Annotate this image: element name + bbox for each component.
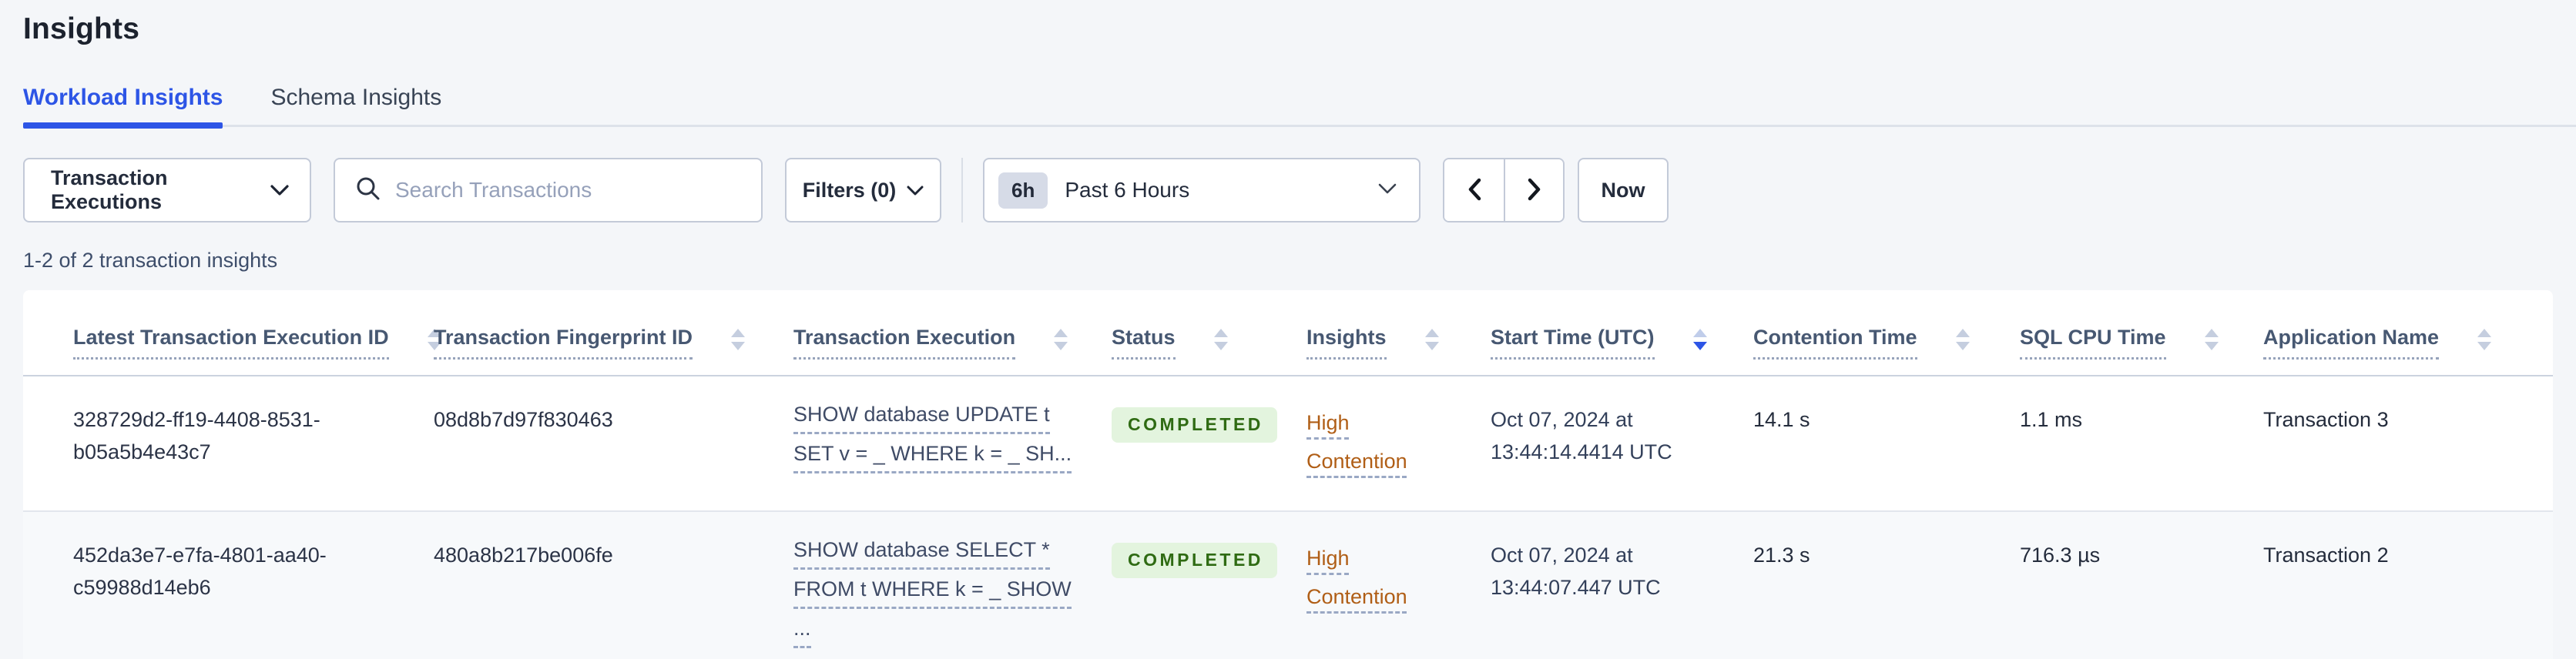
insight-type-select-label: Transaction Executions [51, 166, 168, 213]
application-name-cell: Transaction 3 [2263, 376, 2553, 512]
sort-icon-active-desc[interactable] [1692, 327, 1709, 352]
status-badge: COMPLETED [1112, 407, 1277, 443]
transaction-execution-link[interactable]: SHOW database UPDATE t [793, 404, 1050, 434]
sql-cpu-time-cell: 1.1 ms [2020, 376, 2263, 512]
latest-execution-id-cell: 328729d2-ff19-4408-8531-b05a5b4e43c7 [23, 376, 434, 512]
time-range-prev-button[interactable] [1444, 159, 1504, 221]
transaction-execution-link[interactable]: SET v = _ WHERE k = _ SH... [793, 443, 1072, 473]
insights-page: Insights Workload Insights Schema Insigh… [0, 0, 2576, 659]
column-header-application-name[interactable]: Application Name [2263, 290, 2553, 376]
insights-cell: High Contention [1306, 511, 1491, 659]
sort-icon[interactable] [1213, 327, 1229, 352]
sql-cpu-time-cell: 716.3 µs [2020, 511, 2263, 659]
column-header-contention-time[interactable]: Contention Time [1753, 290, 2020, 376]
application-name-cell: Transaction 2 [2263, 511, 2553, 659]
toolbar: Transaction Executions Filters (0) 6h Pa… [23, 158, 2553, 222]
page-title: Insights [23, 12, 140, 45]
insights-table-card: Latest Transaction Execution ID Transact… [23, 290, 2553, 659]
table-row: 452da3e7-e7fa-4801-aa40-c59988d14eb6 480… [23, 511, 2553, 659]
status-cell: COMPLETED [1112, 511, 1306, 659]
start-time-cell: Oct 07, 2024 at 13:44:07.447 UTC [1491, 511, 1753, 659]
start-time-cell: Oct 07, 2024 at 13:44:14.4414 UTC [1491, 376, 1753, 512]
search-box [334, 158, 763, 222]
time-range-arrows [1443, 158, 1565, 222]
chevron-down-icon [1377, 182, 1397, 199]
sort-icon[interactable] [730, 327, 746, 352]
time-range-next-button[interactable] [1504, 159, 1563, 221]
column-header-sql-cpu-time[interactable]: SQL CPU Time [2020, 290, 2263, 376]
time-range-label: Past 6 Hours [1065, 178, 1190, 202]
column-header-transaction-fingerprint-id[interactable]: Transaction Fingerprint ID [434, 290, 793, 376]
tab-workload-insights[interactable]: Workload Insights [23, 85, 223, 129]
time-range-picker[interactable]: 6h Past 6 Hours [983, 158, 1420, 222]
chevron-down-icon [270, 179, 290, 202]
insight-high-contention-link[interactable]: High Contention [1306, 540, 1424, 617]
transaction-execution-cell: SHOW database SELECT * FROM t WHERE k = … [793, 511, 1112, 659]
tab-bar: Workload Insights Schema Insights [23, 85, 2553, 129]
fingerprint-id-cell: 480a8b217be006fe [434, 511, 793, 659]
time-range-badge: 6h [998, 172, 1048, 209]
transaction-execution-link[interactable]: SHOW database SELECT * [793, 540, 1050, 570]
table-header-row: Latest Transaction Execution ID Transact… [23, 290, 2553, 376]
contention-time-cell: 21.3 s [1753, 511, 2020, 659]
now-button[interactable]: Now [1578, 158, 1669, 222]
fingerprint-id-cell: 08d8b7d97f830463 [434, 376, 793, 512]
tab-bar-divider [23, 125, 2576, 127]
insights-cell: High Contention [1306, 376, 1491, 512]
table-row: 328729d2-ff19-4408-8531-b05a5b4e43c7 08d… [23, 376, 2553, 512]
column-header-start-time[interactable]: Start Time (UTC) [1491, 290, 1753, 376]
results-count: 1-2 of 2 transaction insights [23, 249, 278, 272]
chevron-down-icon [907, 179, 924, 202]
chevron-left-icon [1464, 176, 1484, 205]
insight-type-select[interactable]: Transaction Executions [23, 158, 311, 222]
sort-icon[interactable] [2203, 327, 2220, 352]
filters-button-label: Filters (0) [802, 178, 897, 202]
search-input[interactable] [395, 178, 734, 202]
column-header-latest-transaction-execution-id[interactable]: Latest Transaction Execution ID [23, 290, 441, 376]
sort-icon[interactable] [1954, 327, 1971, 352]
sort-icon[interactable] [1052, 327, 1069, 352]
column-header-status[interactable]: Status [1112, 290, 1306, 376]
toolbar-divider [961, 158, 963, 222]
transaction-execution-link[interactable]: ... [793, 618, 811, 648]
sort-icon[interactable] [1424, 327, 1441, 352]
search-icon [355, 176, 381, 206]
tab-schema-insights[interactable]: Schema Insights [270, 85, 441, 125]
transaction-execution-cell: SHOW database UPDATE t SET v = _ WHERE k… [793, 376, 1112, 512]
filters-button[interactable]: Filters (0) [785, 158, 941, 222]
transaction-execution-link[interactable]: FROM t WHERE k = _ SHOW [793, 579, 1072, 609]
column-header-insights[interactable]: Insights [1306, 290, 1491, 376]
insight-high-contention-link[interactable]: High Contention [1306, 404, 1424, 481]
latest-execution-id-cell: 452da3e7-e7fa-4801-aa40-c59988d14eb6 [23, 511, 434, 659]
sort-icon[interactable] [2476, 327, 2493, 352]
status-cell: COMPLETED [1112, 376, 1306, 512]
status-badge: COMPLETED [1112, 543, 1277, 578]
transaction-insights-table: Latest Transaction Execution ID Transact… [23, 290, 2553, 659]
chevron-right-icon [1524, 176, 1545, 205]
contention-time-cell: 14.1 s [1753, 376, 2020, 512]
column-header-transaction-execution[interactable]: Transaction Execution [793, 290, 1112, 376]
